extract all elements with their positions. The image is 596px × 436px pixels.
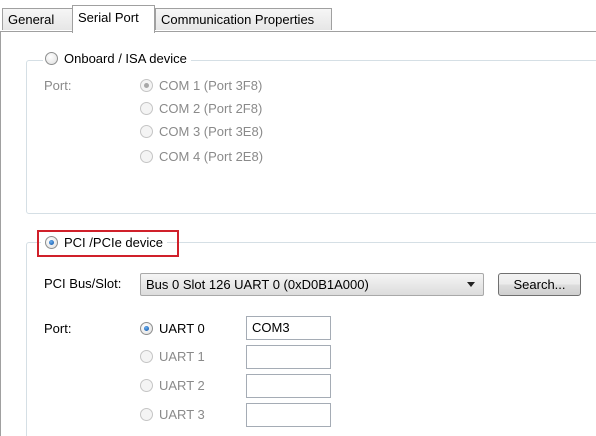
uart2-label: UART 2 xyxy=(159,378,205,393)
tab-serial-port[interactable]: Serial Port xyxy=(72,5,155,33)
pci-port-label: Port: xyxy=(44,321,72,336)
com4-label: COM 4 (Port 2E8) xyxy=(159,149,264,164)
serial-port-dialog: General Serial Port Communication Proper… xyxy=(0,0,596,436)
com2-label: COM 2 (Port 2F8) xyxy=(159,101,263,116)
com1-radio-option[interactable]: COM 1 (Port 3F8) xyxy=(140,78,262,93)
onboard-port-label: Port: xyxy=(44,78,72,93)
com2-radio[interactable] xyxy=(140,102,153,115)
uart0-radio[interactable] xyxy=(140,322,153,335)
uart1-label: UART 1 xyxy=(159,349,205,364)
uart1-radio-option[interactable]: UART 1 xyxy=(140,349,205,364)
uart3-radio[interactable] xyxy=(140,408,153,421)
com4-radio-option[interactable]: COM 4 (Port 2E8) xyxy=(140,149,263,164)
com3-radio-option[interactable]: COM 3 (Port 3E8) xyxy=(140,124,263,139)
uart2-radio[interactable] xyxy=(140,379,153,392)
pci-bus-slot-value: Bus 0 Slot 126 UART 0 (0xD0B1A000) xyxy=(146,277,369,292)
tab-strip: General Serial Port Communication Proper… xyxy=(0,0,596,33)
uart0-radio-option[interactable]: UART 0 xyxy=(140,321,205,336)
tab-communication-properties[interactable]: Communication Properties xyxy=(155,8,332,30)
uart0-com-field[interactable]: COM3 xyxy=(246,316,331,340)
uart1-radio[interactable] xyxy=(140,350,153,363)
com1-radio[interactable] xyxy=(140,79,153,92)
onboard-isa-legend[interactable]: Onboard / ISA device xyxy=(43,51,191,66)
pci-highlight-box xyxy=(37,230,179,257)
chevron-down-icon xyxy=(467,282,475,287)
uart3-radio-option[interactable]: UART 3 xyxy=(140,407,205,422)
tab-general[interactable]: General xyxy=(2,8,73,30)
onboard-isa-radio[interactable] xyxy=(45,52,58,65)
com3-label: COM 3 (Port 3E8) xyxy=(159,124,264,139)
uart0-label: UART 0 xyxy=(159,321,205,336)
onboard-isa-label: Onboard / ISA device xyxy=(64,51,187,66)
uart2-radio-option[interactable]: UART 2 xyxy=(140,378,205,393)
com4-radio[interactable] xyxy=(140,150,153,163)
uart1-com-field[interactable] xyxy=(246,345,331,369)
com1-label: COM 1 (Port 3F8) xyxy=(159,78,263,93)
search-button[interactable]: Search... xyxy=(498,273,581,296)
uart3-com-field[interactable] xyxy=(246,403,331,427)
uart0-com-value: COM3 xyxy=(252,320,290,335)
uart2-com-field[interactable] xyxy=(246,374,331,398)
com3-radio[interactable] xyxy=(140,125,153,138)
search-button-label: Search... xyxy=(513,277,566,292)
com2-radio-option[interactable]: COM 2 (Port 2F8) xyxy=(140,101,262,116)
pci-bus-slot-dropdown[interactable]: Bus 0 Slot 126 UART 0 (0xD0B1A000) xyxy=(140,273,484,296)
onboard-isa-groupbox xyxy=(26,60,596,214)
uart3-label: UART 3 xyxy=(159,407,205,422)
pci-bus-slot-label: PCI Bus/Slot: xyxy=(44,276,122,291)
